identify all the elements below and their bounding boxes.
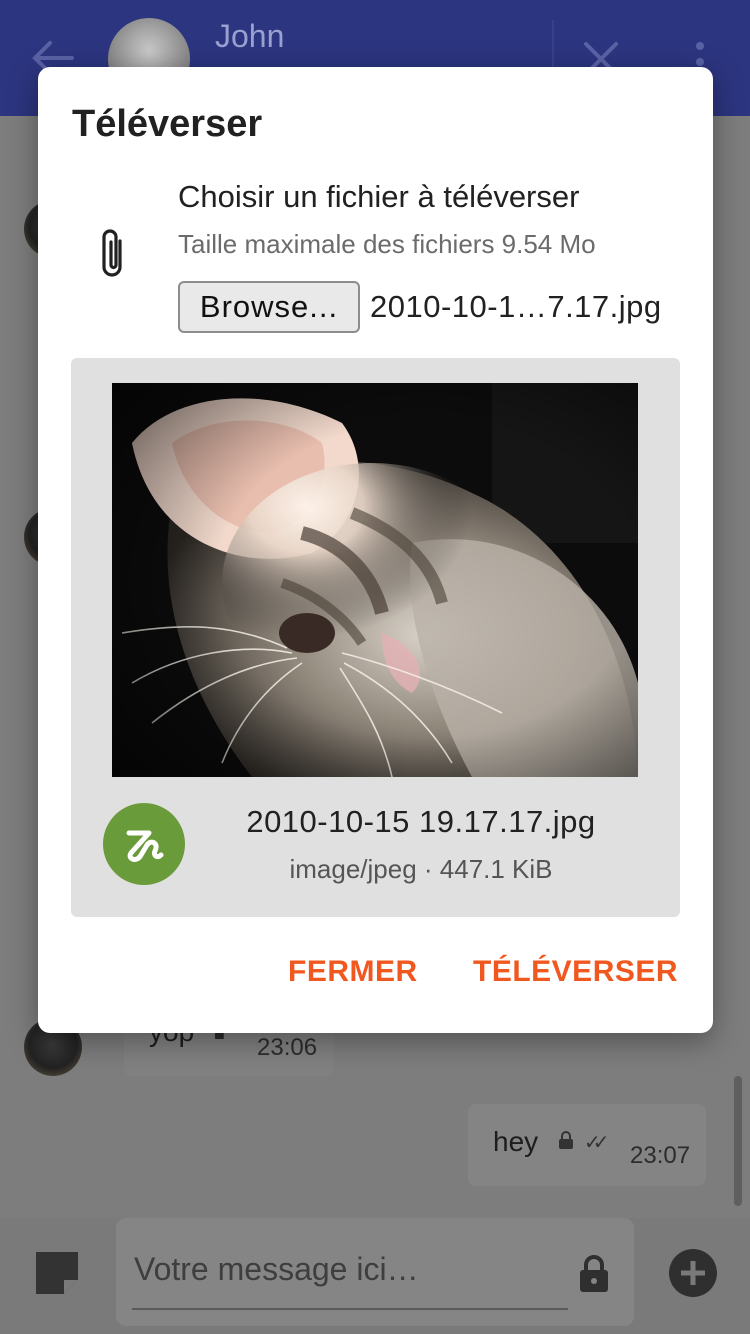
message-input-container [116,1218,634,1326]
add-circle-icon[interactable] [668,1248,718,1298]
message-bubble-outgoing[interactable]: hey ✓✓ 23:07 [468,1104,706,1186]
double-check-icon: ✓✓ [584,1132,609,1154]
lock-icon [559,1131,573,1149]
file-type-icon [126,830,164,862]
preview-file-meta: image/jpeg · 447.1 KiB [289,854,553,884]
browse-button[interactable]: Browse... [178,281,360,333]
input-underline [132,1308,568,1310]
message-time: 23:06 [257,1034,318,1061]
paperclip-icon [102,229,122,277]
upload-button[interactable]: TÉLÉVERSER [473,955,678,989]
lock-icon[interactable] [576,1254,612,1294]
scrollbar[interactable] [734,1076,742,1206]
message-input[interactable] [132,1240,536,1298]
close-button[interactable]: FERMER [288,955,418,989]
preview-file-name: 2010-10-15 19.17.17.jpg [246,804,596,839]
image-preview [112,383,638,777]
composer-bar [0,1218,750,1334]
file-preview-card: 2010-10-15 19.17.17.jpg image/jpeg · 447… [71,358,680,917]
dialog-title: Téléverser [72,103,263,145]
message-time: 23:07 [630,1142,691,1169]
choose-file-label: Choisir un fichier à téléverser [178,179,580,214]
message-text: hey [493,1126,539,1157]
file-type-icon [103,803,185,885]
max-size-label: Taille maximale des fichiers 9.54 Mo [178,229,596,259]
contact-name[interactable]: John [215,18,284,55]
sticker-icon[interactable] [32,1248,82,1298]
upload-dialog: Téléverser Choisir un fichier à télévers… [38,67,713,1033]
selected-file-name: 2010-10-1…7.17.jpg [370,289,662,324]
